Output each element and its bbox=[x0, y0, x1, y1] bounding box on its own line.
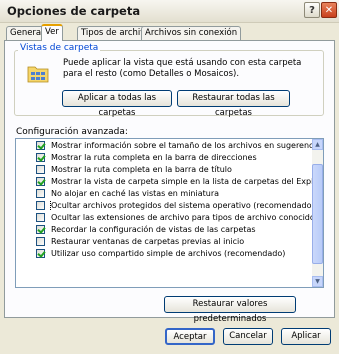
cancel-button[interactable]: Cancelar bbox=[223, 328, 273, 345]
folder-views-title: Vistas de carpeta bbox=[18, 43, 101, 53]
apply-to-all-folders-button[interactable]: Aplicar a todas las carpetas bbox=[62, 90, 172, 118]
list-item-selected[interactable]: Ocultar archivos protegidos del sistema … bbox=[16, 200, 313, 211]
checkbox[interactable] bbox=[36, 189, 45, 198]
checkbox[interactable] bbox=[36, 249, 45, 258]
list-item-label: Ocultar archivos protegidos del sistema … bbox=[50, 200, 313, 211]
scroll-thumb[interactable] bbox=[312, 164, 323, 264]
list-item-label: Utilizar uso compartido simple de archiv… bbox=[51, 249, 286, 258]
list-item[interactable]: Mostrar la ruta completa en la barra de … bbox=[16, 164, 313, 175]
close-button[interactable]: ✕ bbox=[321, 2, 337, 18]
list-item-label: Mostrar información sobre el tamaño de l… bbox=[51, 141, 313, 150]
folder-views-icon bbox=[27, 66, 49, 83]
checkbox[interactable] bbox=[36, 213, 45, 222]
checkbox[interactable] bbox=[36, 225, 45, 234]
advanced-settings-label: Configuración avanzada: bbox=[16, 127, 128, 137]
list-item-label: Ocultar las extensiones de archivo para … bbox=[51, 213, 313, 222]
checkbox[interactable] bbox=[36, 177, 45, 186]
list-item-label: Mostrar la ruta completa en la barra de … bbox=[51, 153, 257, 162]
list-item[interactable]: Utilizar uso compartido simple de archiv… bbox=[16, 248, 313, 259]
list-item-label: Mostrar la ruta completa en la barra de … bbox=[51, 165, 232, 174]
list-item[interactable]: Recordar la configuración de vistas de l… bbox=[16, 224, 313, 235]
window-title: Opciones de carpeta bbox=[7, 4, 141, 18]
checkbox[interactable] bbox=[36, 153, 45, 162]
scroll-down-icon[interactable]: ▼ bbox=[312, 276, 323, 287]
restore-defaults-button[interactable]: Restaurar valores predeterminados bbox=[164, 296, 296, 324]
title-bar: Opciones de carpeta ? ✕ bbox=[0, 0, 339, 23]
list-item[interactable]: Mostrar la vista de carpeta simple en la… bbox=[16, 176, 313, 187]
list-item[interactable]: No alojar en caché las vistas en miniatu… bbox=[16, 188, 313, 199]
list-item[interactable]: Ocultar las extensiones de archivo para … bbox=[16, 212, 313, 223]
reset-all-folders-button[interactable]: Restaurar todas las carpetas bbox=[177, 90, 290, 118]
folder-views-description: Puede aplicar la vista que está usando c… bbox=[63, 58, 302, 79]
list-item[interactable]: Restaurar ventanas de carpetas previas a… bbox=[16, 236, 313, 247]
list-item[interactable]: Mostrar la ruta completa en la barra de … bbox=[16, 152, 313, 163]
help-button[interactable]: ? bbox=[304, 2, 320, 18]
checkbox[interactable] bbox=[36, 237, 45, 246]
list-item-label: Recordar la configuración de vistas de l… bbox=[51, 225, 256, 234]
tab-ver[interactable]: Ver bbox=[41, 24, 63, 41]
list-item-label: Mostrar la vista de carpeta simple en la… bbox=[51, 177, 313, 186]
checkbox[interactable] bbox=[36, 201, 45, 210]
scroll-up-icon[interactable]: ▲ bbox=[312, 139, 323, 150]
list-item[interactable]: Mostrar información sobre el tamaño de l… bbox=[16, 140, 313, 151]
ok-button[interactable]: Aceptar bbox=[165, 328, 215, 345]
list-item-label: No alojar en caché las vistas en miniatu… bbox=[51, 189, 220, 198]
checkbox[interactable] bbox=[36, 141, 45, 150]
list-scrollbar[interactable]: ▲ ▼ bbox=[312, 139, 323, 287]
tab-archivos-sin-conexion[interactable]: Archivos sin conexión bbox=[141, 26, 242, 40]
advanced-settings-list[interactable]: Mostrar información sobre el tamaño de l… bbox=[15, 138, 324, 288]
list-item-label: Restaurar ventanas de carpetas previas a… bbox=[51, 237, 245, 246]
checkbox[interactable] bbox=[36, 165, 45, 174]
apply-button[interactable]: Aplicar bbox=[281, 328, 331, 345]
